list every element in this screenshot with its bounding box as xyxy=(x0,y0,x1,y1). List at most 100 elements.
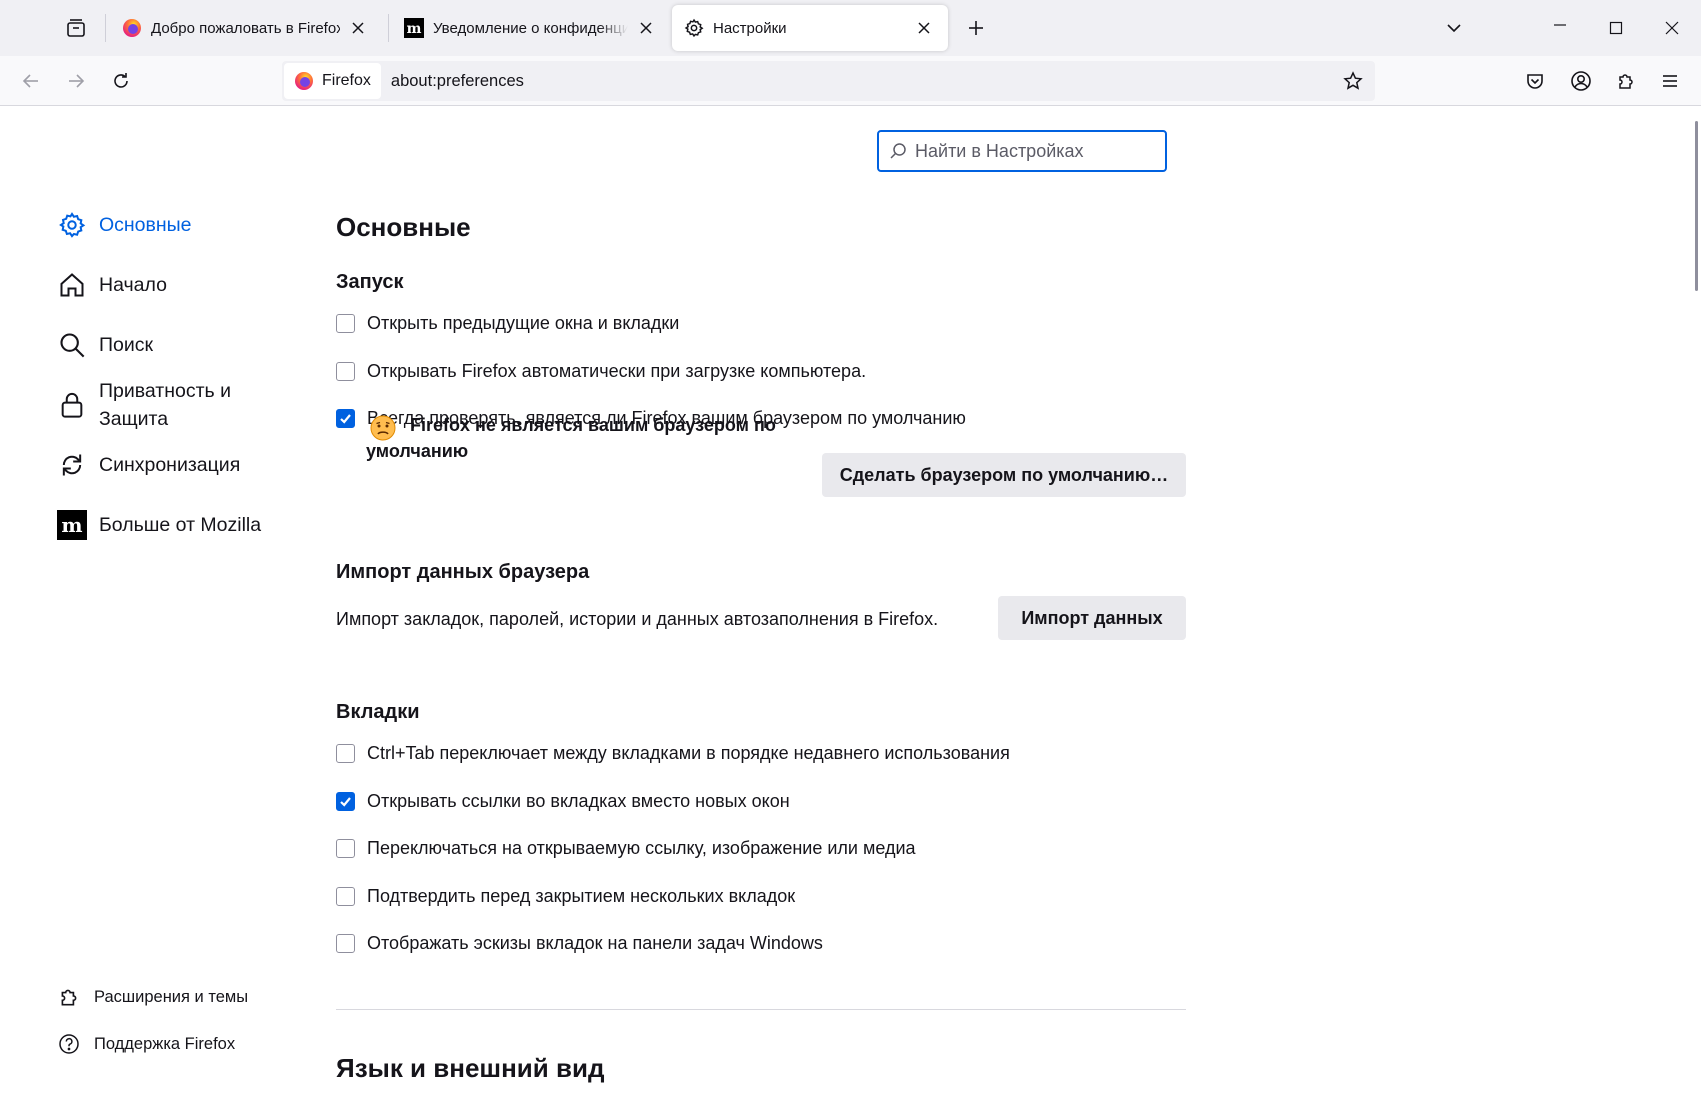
tab-privacy-notice[interactable]: m Уведомление о конфиденциальности xyxy=(392,5,670,51)
import-description: Импорт закладок, паролей, истории и данн… xyxy=(336,609,939,629)
tab-close-button[interactable] xyxy=(912,16,936,40)
taskbar-previews-checkbox[interactable]: Отображать эскизы вкладок на панели зада… xyxy=(336,933,823,954)
app-menu-button[interactable] xyxy=(1650,61,1690,101)
support-link-label: Поддержка Firefox xyxy=(94,1034,236,1053)
scrollbar[interactable] xyxy=(1691,107,1701,1102)
ctrl-tab-checkbox[interactable]: Ctrl+Tab переключает между вкладками в п… xyxy=(336,743,1010,764)
tab-close-button[interactable] xyxy=(346,16,370,40)
url-bar[interactable]: Firefox about:preferences xyxy=(282,61,1375,101)
checkbox-label: Переключаться на открываемую ссылку, изо… xyxy=(367,838,916,858)
gear-icon xyxy=(56,209,88,241)
reload-button[interactable] xyxy=(101,61,141,101)
back-button[interactable] xyxy=(11,61,51,101)
puzzle-icon xyxy=(1619,74,1633,89)
chevron-down-icon xyxy=(1447,24,1461,33)
tabs-heading: Вкладки xyxy=(336,701,420,723)
page-title: Основные xyxy=(336,212,471,242)
tab-title: Добро пожаловать в Firefox xyxy=(151,19,340,37)
home-icon xyxy=(56,269,88,301)
help-icon xyxy=(59,1034,79,1054)
autostart-checkbox[interactable]: Открывать Firefox автоматически при загр… xyxy=(336,361,866,382)
mozilla-m-icon: m xyxy=(404,18,424,38)
tab-overview-button[interactable] xyxy=(56,8,96,48)
forward-button[interactable] xyxy=(56,61,96,101)
svg-text:m: m xyxy=(61,513,82,537)
checkbox[interactable] xyxy=(336,744,355,763)
category-label: Приватность и Защита xyxy=(99,377,231,433)
category-sync[interactable]: Синхронизация xyxy=(56,449,240,481)
checkbox[interactable] xyxy=(336,314,355,333)
settings-search-box[interactable] xyxy=(877,130,1167,172)
tab-settings[interactable]: Настройки xyxy=(672,5,948,51)
set-default-button[interactable]: Сделать браузером по умолчанию… xyxy=(822,453,1186,497)
search-icon xyxy=(56,329,88,361)
warn-on-close-checkbox[interactable]: Подтвердить перед закрытием нескольких в… xyxy=(336,886,795,907)
list-all-tabs-button[interactable] xyxy=(1434,8,1474,48)
checkbox-label: Открывать Firefox автоматически при загр… xyxy=(367,361,867,381)
gear-icon xyxy=(684,18,704,38)
section-divider xyxy=(336,1009,1186,1010)
new-tab-button[interactable] xyxy=(956,8,996,48)
search-icon xyxy=(890,143,906,159)
import-heading: Импорт данных браузера xyxy=(336,561,590,583)
extensions-button[interactable] xyxy=(1606,61,1646,101)
switch-to-new-tab-checkbox[interactable]: Переключаться на открываемую ссылку, изо… xyxy=(336,838,916,859)
notice-line1: Firefox не является вашим браузером по xyxy=(410,415,776,435)
star-icon xyxy=(1343,71,1363,90)
checkbox-checked[interactable] xyxy=(336,409,355,428)
close-icon xyxy=(352,22,364,34)
minimize-button[interactable] xyxy=(1532,0,1588,56)
bookmark-star-button[interactable] xyxy=(1335,63,1371,99)
tab-close-button[interactable] xyxy=(634,16,658,40)
restore-session-checkbox[interactable]: Открыть предыдущие окна и вкладки xyxy=(336,313,679,334)
addons-link[interactable]: Расширения и темы xyxy=(58,986,248,1008)
category-more-from-mozilla[interactable]: m Больше от Mozilla xyxy=(56,509,261,541)
checkmark-icon xyxy=(340,414,351,424)
tab-welcome[interactable]: Добро пожаловать в Firefox xyxy=(110,5,382,51)
language-appearance-heading: Язык и внешний вид xyxy=(336,1053,605,1083)
hamburger-menu-icon xyxy=(1663,75,1677,87)
checkbox[interactable] xyxy=(336,887,355,906)
reload-icon xyxy=(114,73,128,88)
category-privacy[interactable]: Приватность и Защита xyxy=(56,377,231,433)
category-general[interactable]: Основные xyxy=(56,209,192,241)
arrow-right-icon xyxy=(69,74,85,88)
addons-link-label: Расширения и темы xyxy=(94,987,249,1006)
settings-search-input[interactable] xyxy=(913,139,1153,163)
notice-line2: умолчанию xyxy=(366,441,469,461)
checkbox-label: Отображать эскизы вкладок на панели зада… xyxy=(367,933,823,953)
account-button[interactable] xyxy=(1561,61,1601,101)
window-close-button[interactable] xyxy=(1644,0,1700,56)
category-label: Начало xyxy=(99,274,167,296)
preferences-content: Основные Начало Поиск Приватность и Защи… xyxy=(0,107,1701,1102)
url-input[interactable]: about:preferences xyxy=(391,72,1335,91)
category-label-line1: Приватность и xyxy=(99,380,232,402)
category-home[interactable]: Начало xyxy=(56,269,167,301)
category-label: Поиск xyxy=(99,334,154,356)
firefox-logo-icon xyxy=(123,19,141,37)
identity-box[interactable]: Firefox xyxy=(284,63,381,99)
tab-title: Настройки xyxy=(713,19,787,37)
open-links-in-tabs-checkbox[interactable]: Открывать ссылки во вкладках вместо новы… xyxy=(336,791,790,812)
checkbox-label: Ctrl+Tab переключает между вкладками в п… xyxy=(367,743,1010,763)
pocket-button[interactable] xyxy=(1515,61,1555,101)
tab-separator xyxy=(388,14,389,42)
sync-icon xyxy=(56,449,88,481)
checkbox[interactable] xyxy=(336,934,355,953)
navigation-toolbar: Firefox about:preferences xyxy=(0,56,1701,106)
arrow-left-icon xyxy=(22,74,38,88)
import-data-button[interactable]: Импорт данных xyxy=(998,596,1186,640)
scrollbar-thumb[interactable] xyxy=(1695,121,1698,291)
minimize-icon xyxy=(1554,24,1566,26)
category-search[interactable]: Поиск xyxy=(56,329,153,361)
maximize-icon xyxy=(1609,21,1623,35)
checkbox[interactable] xyxy=(336,362,355,381)
support-link[interactable]: Поддержка Firefox xyxy=(58,1033,235,1055)
mozilla-m-icon: m xyxy=(56,509,88,541)
firefox-logo-icon xyxy=(295,72,313,90)
tab-strip: Добро пожаловать в Firefox m Уведомление… xyxy=(0,0,1701,56)
tab-title: Уведомление о конфиденциальности xyxy=(433,19,628,37)
checkbox-checked[interactable] xyxy=(336,792,355,811)
maximize-button[interactable] xyxy=(1588,0,1644,56)
checkbox[interactable] xyxy=(336,839,355,858)
